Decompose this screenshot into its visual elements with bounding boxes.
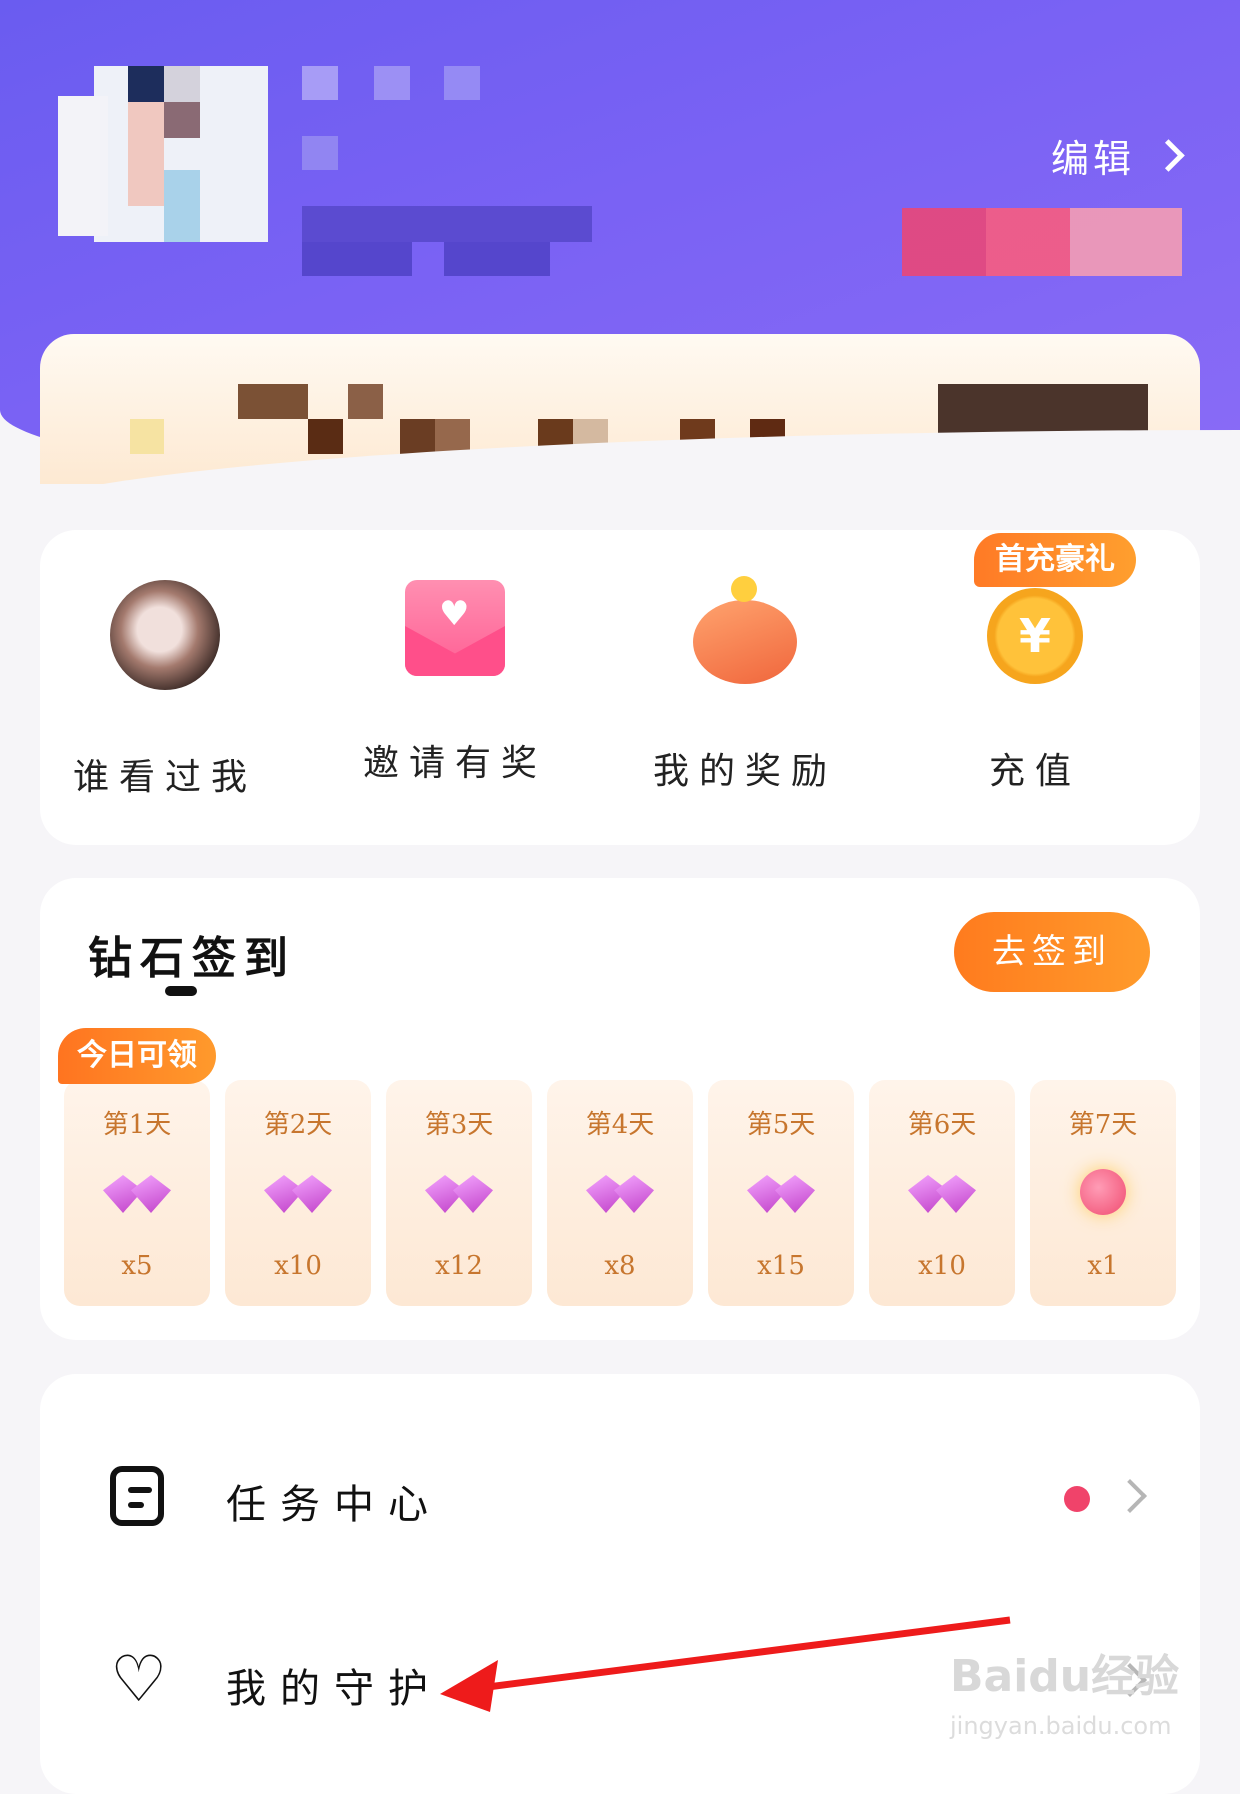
- today-available-tag: 今日可领: [58, 1028, 216, 1084]
- annotation-arrow: [440, 1616, 1011, 1712]
- baidu-watermark: Baidu经验: [950, 1651, 1180, 1702]
- baidu-watermark-url: jingyan.baidu.com: [950, 1712, 1172, 1740]
